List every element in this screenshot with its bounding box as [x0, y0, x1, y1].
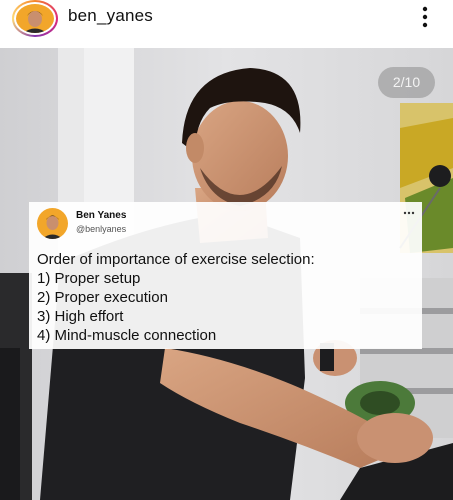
more-horizontal-icon — [403, 211, 415, 215]
profile-avatar-icon — [16, 4, 54, 33]
post-username[interactable]: ben_yanes — [68, 6, 153, 26]
tweet-text: Order of importance of exercise selectio… — [37, 250, 417, 345]
post-header: ben_yanes — [0, 0, 453, 48]
tweet-line: 2) Proper execution — [37, 289, 168, 306]
more-vertical-icon[interactable] — [418, 4, 432, 30]
tweet-line: 3) High effort — [37, 308, 124, 325]
tweet-author-handle: @benlyanes — [76, 224, 127, 234]
tweet-author-name: Ben Yanes — [76, 210, 127, 221]
tweet-avatar-icon — [37, 208, 68, 239]
tweet-card: Ben Yanes @benlyanes Order of importance… — [29, 202, 422, 349]
tweet-line: 4) Mind-muscle connection — [37, 327, 217, 344]
carousel-counter: 2/10 — [378, 67, 435, 98]
tweet-line: Order of importance of exercise selectio… — [37, 251, 315, 268]
tweet-line: 1) Proper setup — [37, 270, 141, 287]
profile-avatar[interactable] — [12, 0, 58, 37]
